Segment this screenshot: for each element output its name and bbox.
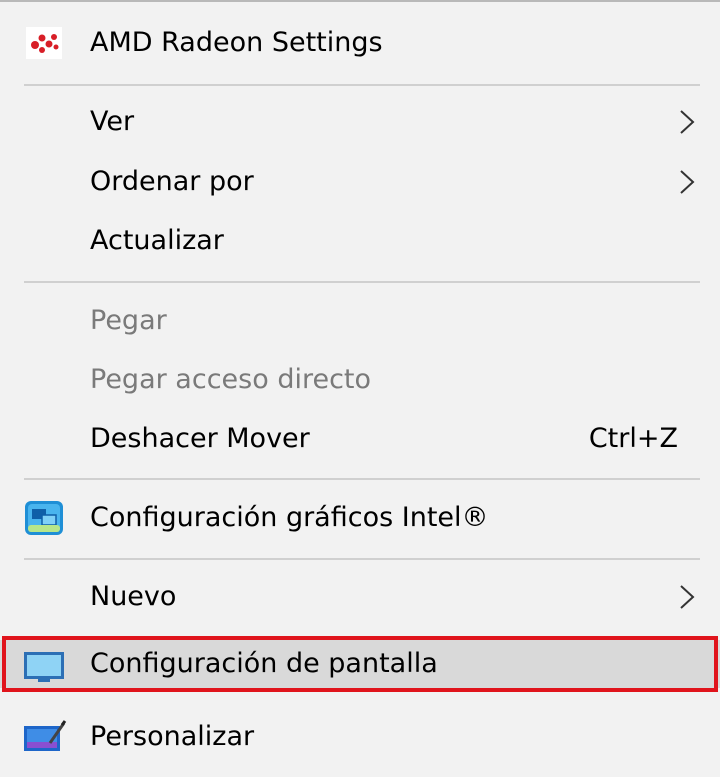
menu-item-label: Actualizar — [90, 225, 224, 256]
menu-item-label: Pegar acceso directo — [90, 364, 372, 395]
menu-item-label: Personalizar — [90, 721, 255, 752]
personalize-icon — [24, 720, 67, 751]
chevron-right-icon — [680, 585, 695, 609]
menu-item-ver[interactable]: Ver — [0, 93, 720, 151]
menu-item-label: Deshacer Mover — [90, 423, 310, 454]
menu-item-label: Pegar — [90, 305, 167, 336]
menu-item-configuracion-graficos-intel[interactable]: Configuración gráficos Intel® — [0, 489, 720, 547]
menu-separator — [24, 281, 700, 283]
amd-radeon-icon — [26, 27, 62, 59]
shortcut-label: Ctrl+Z — [588, 423, 678, 454]
menu-item-deshacer-mover[interactable]: Deshacer Mover Ctrl+Z — [0, 410, 720, 468]
menu-top-border — [0, 0, 720, 2]
display-settings-icon — [24, 652, 64, 682]
menu-item-configuracion-de-pantalla[interactable]: Configuración de pantalla — [0, 640, 720, 688]
menu-item-label: Configuración gráficos Intel® — [90, 502, 489, 533]
menu-item-label: Ver — [90, 106, 135, 137]
menu-item-label: Configuración de pantalla — [90, 648, 438, 679]
menu-item-label: Nuevo — [90, 581, 177, 612]
intel-graphics-icon — [25, 501, 63, 535]
menu-separator — [24, 478, 700, 480]
menu-item-amd-radeon-settings[interactable]: AMD Radeon Settings — [0, 14, 720, 72]
menu-item-actualizar[interactable]: Actualizar — [0, 212, 720, 270]
menu-item-pegar-acceso-directo: Pegar acceso directo — [0, 351, 720, 409]
menu-separator — [24, 84, 700, 86]
menu-separator — [24, 558, 700, 560]
menu-item-nuevo[interactable]: Nuevo — [0, 568, 720, 626]
menu-item-pegar: Pegar — [0, 292, 720, 350]
desktop-context-menu: AMD Radeon Settings Ver Ordenar por Actu… — [0, 0, 720, 777]
chevron-right-icon — [680, 170, 695, 194]
menu-item-ordenar-por[interactable]: Ordenar por — [0, 153, 720, 211]
menu-item-label: AMD Radeon Settings — [90, 27, 383, 58]
chevron-right-icon — [680, 110, 695, 134]
menu-item-personalizar[interactable]: Personalizar — [0, 708, 720, 766]
menu-item-label: Ordenar por — [90, 166, 254, 197]
